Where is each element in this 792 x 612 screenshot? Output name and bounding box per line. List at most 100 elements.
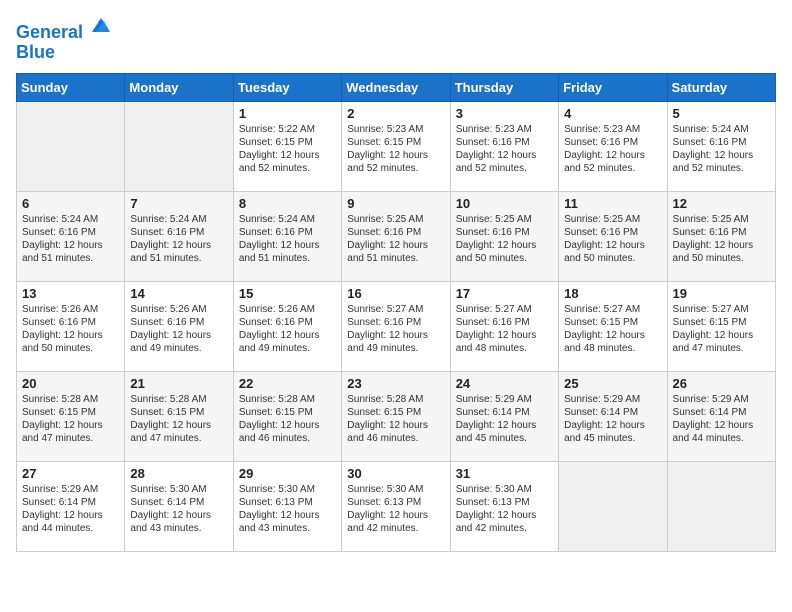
weekday-header-monday: Monday xyxy=(125,73,233,101)
logo-blue: Blue xyxy=(16,43,112,63)
day-info: Daylight: 12 hours and 52 minutes. xyxy=(564,149,661,175)
day-info: Sunset: 6:15 PM xyxy=(347,406,444,419)
day-info: Sunset: 6:16 PM xyxy=(22,226,119,239)
calendar-cell xyxy=(667,461,775,551)
day-info: Sunset: 6:16 PM xyxy=(347,226,444,239)
day-info: Sunrise: 5:25 AM xyxy=(673,213,770,226)
day-info: Daylight: 12 hours and 50 minutes. xyxy=(564,239,661,265)
calendar-cell: 15Sunrise: 5:26 AMSunset: 6:16 PMDayligh… xyxy=(233,281,341,371)
calendar-cell: 8Sunrise: 5:24 AMSunset: 6:16 PMDaylight… xyxy=(233,191,341,281)
day-info: Sunrise: 5:25 AM xyxy=(456,213,553,226)
day-info: Sunrise: 5:28 AM xyxy=(239,393,336,406)
day-info: Sunrise: 5:29 AM xyxy=(564,393,661,406)
day-info: Daylight: 12 hours and 47 minutes. xyxy=(130,419,227,445)
calendar-cell: 14Sunrise: 5:26 AMSunset: 6:16 PMDayligh… xyxy=(125,281,233,371)
calendar-cell: 16Sunrise: 5:27 AMSunset: 6:16 PMDayligh… xyxy=(342,281,450,371)
day-info: Sunset: 6:13 PM xyxy=(456,496,553,509)
day-info: Daylight: 12 hours and 44 minutes. xyxy=(22,509,119,535)
calendar-cell: 2Sunrise: 5:23 AMSunset: 6:15 PMDaylight… xyxy=(342,101,450,191)
weekday-header-saturday: Saturday xyxy=(667,73,775,101)
weekday-header-friday: Friday xyxy=(559,73,667,101)
weekday-header-wednesday: Wednesday xyxy=(342,73,450,101)
day-number: 18 xyxy=(564,286,661,301)
day-number: 4 xyxy=(564,106,661,121)
day-info: Sunset: 6:13 PM xyxy=(347,496,444,509)
day-info: Daylight: 12 hours and 49 minutes. xyxy=(239,329,336,355)
calendar-cell: 29Sunrise: 5:30 AMSunset: 6:13 PMDayligh… xyxy=(233,461,341,551)
day-number: 11 xyxy=(564,196,661,211)
day-info: Sunrise: 5:28 AM xyxy=(347,393,444,406)
calendar-week-row: 27Sunrise: 5:29 AMSunset: 6:14 PMDayligh… xyxy=(17,461,776,551)
day-info: Sunset: 6:15 PM xyxy=(130,406,227,419)
day-number: 28 xyxy=(130,466,227,481)
day-info: Daylight: 12 hours and 50 minutes. xyxy=(456,239,553,265)
day-info: Sunrise: 5:29 AM xyxy=(673,393,770,406)
day-info: Daylight: 12 hours and 47 minutes. xyxy=(673,329,770,355)
day-info: Sunrise: 5:25 AM xyxy=(564,213,661,226)
day-info: Sunset: 6:15 PM xyxy=(239,406,336,419)
day-info: Sunrise: 5:28 AM xyxy=(130,393,227,406)
day-number: 19 xyxy=(673,286,770,301)
day-info: Daylight: 12 hours and 49 minutes. xyxy=(347,329,444,355)
day-number: 13 xyxy=(22,286,119,301)
day-info: Sunrise: 5:30 AM xyxy=(347,483,444,496)
day-number: 26 xyxy=(673,376,770,391)
calendar-cell: 7Sunrise: 5:24 AMSunset: 6:16 PMDaylight… xyxy=(125,191,233,281)
day-info: Daylight: 12 hours and 51 minutes. xyxy=(239,239,336,265)
calendar-cell: 31Sunrise: 5:30 AMSunset: 6:13 PMDayligh… xyxy=(450,461,558,551)
day-info: Sunset: 6:15 PM xyxy=(347,136,444,149)
day-info: Sunrise: 5:27 AM xyxy=(673,303,770,316)
day-info: Sunrise: 5:23 AM xyxy=(456,123,553,136)
day-info: Sunrise: 5:30 AM xyxy=(239,483,336,496)
day-number: 1 xyxy=(239,106,336,121)
day-info: Daylight: 12 hours and 45 minutes. xyxy=(456,419,553,445)
day-info: Sunset: 6:16 PM xyxy=(130,316,227,329)
day-info: Sunset: 6:16 PM xyxy=(456,136,553,149)
day-info: Daylight: 12 hours and 48 minutes. xyxy=(456,329,553,355)
day-info: Sunset: 6:14 PM xyxy=(130,496,227,509)
day-number: 9 xyxy=(347,196,444,211)
calendar-cell: 23Sunrise: 5:28 AMSunset: 6:15 PMDayligh… xyxy=(342,371,450,461)
day-info: Daylight: 12 hours and 52 minutes. xyxy=(239,149,336,175)
calendar-cell: 4Sunrise: 5:23 AMSunset: 6:16 PMDaylight… xyxy=(559,101,667,191)
day-number: 29 xyxy=(239,466,336,481)
day-info: Sunrise: 5:26 AM xyxy=(130,303,227,316)
calendar-cell: 11Sunrise: 5:25 AMSunset: 6:16 PMDayligh… xyxy=(559,191,667,281)
day-info: Sunset: 6:16 PM xyxy=(456,226,553,239)
calendar-week-row: 6Sunrise: 5:24 AMSunset: 6:16 PMDaylight… xyxy=(17,191,776,281)
day-number: 15 xyxy=(239,286,336,301)
day-info: Sunrise: 5:30 AM xyxy=(456,483,553,496)
day-info: Daylight: 12 hours and 52 minutes. xyxy=(673,149,770,175)
day-info: Sunrise: 5:23 AM xyxy=(564,123,661,136)
calendar-cell: 13Sunrise: 5:26 AMSunset: 6:16 PMDayligh… xyxy=(17,281,125,371)
day-number: 23 xyxy=(347,376,444,391)
day-info: Sunset: 6:14 PM xyxy=(564,406,661,419)
day-info: Sunrise: 5:25 AM xyxy=(347,213,444,226)
day-info: Daylight: 12 hours and 51 minutes. xyxy=(130,239,227,265)
calendar-cell: 5Sunrise: 5:24 AMSunset: 6:16 PMDaylight… xyxy=(667,101,775,191)
day-info: Daylight: 12 hours and 45 minutes. xyxy=(564,419,661,445)
day-number: 14 xyxy=(130,286,227,301)
day-info: Daylight: 12 hours and 44 minutes. xyxy=(673,419,770,445)
day-info: Sunrise: 5:26 AM xyxy=(22,303,119,316)
calendar-cell: 30Sunrise: 5:30 AMSunset: 6:13 PMDayligh… xyxy=(342,461,450,551)
day-number: 27 xyxy=(22,466,119,481)
calendar-cell: 1Sunrise: 5:22 AMSunset: 6:15 PMDaylight… xyxy=(233,101,341,191)
calendar-cell xyxy=(125,101,233,191)
page-header: General Blue xyxy=(16,16,776,63)
day-number: 20 xyxy=(22,376,119,391)
day-number: 30 xyxy=(347,466,444,481)
day-info: Daylight: 12 hours and 50 minutes. xyxy=(673,239,770,265)
day-number: 24 xyxy=(456,376,553,391)
day-info: Sunset: 6:14 PM xyxy=(456,406,553,419)
calendar-cell: 24Sunrise: 5:29 AMSunset: 6:14 PMDayligh… xyxy=(450,371,558,461)
day-info: Sunrise: 5:23 AM xyxy=(347,123,444,136)
day-number: 21 xyxy=(130,376,227,391)
day-info: Sunset: 6:16 PM xyxy=(239,316,336,329)
calendar-cell xyxy=(17,101,125,191)
day-info: Sunrise: 5:24 AM xyxy=(239,213,336,226)
day-info: Sunset: 6:15 PM xyxy=(564,316,661,329)
calendar-cell: 10Sunrise: 5:25 AMSunset: 6:16 PMDayligh… xyxy=(450,191,558,281)
calendar-week-row: 1Sunrise: 5:22 AMSunset: 6:15 PMDaylight… xyxy=(17,101,776,191)
calendar-cell: 9Sunrise: 5:25 AMSunset: 6:16 PMDaylight… xyxy=(342,191,450,281)
